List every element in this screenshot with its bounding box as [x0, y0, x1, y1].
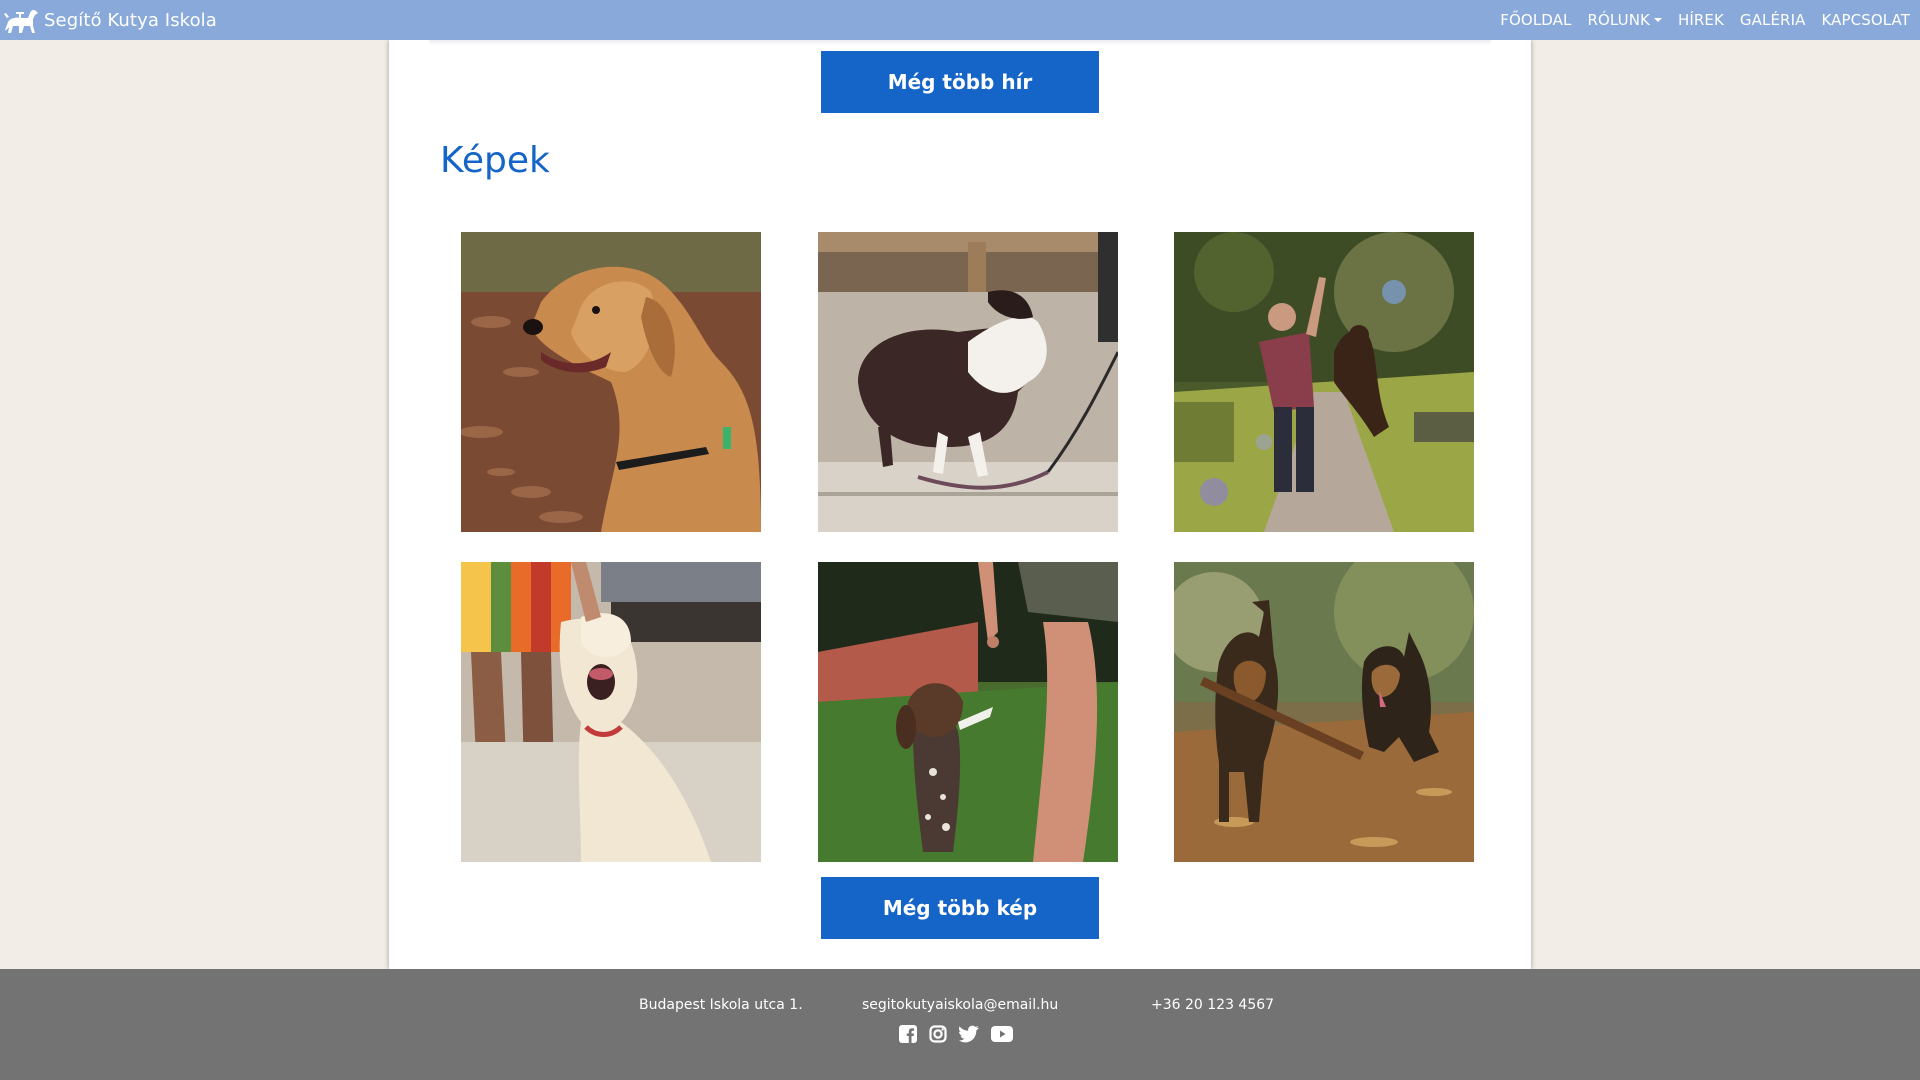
dog-logo-icon: [4, 9, 38, 33]
main-content: Még több hír Képek Még több kép: [389, 40, 1531, 969]
caret-down-icon: [1653, 18, 1662, 22]
nav-news[interactable]: HÍREK: [1670, 11, 1732, 29]
brand-name: Segítő Kutya Iskola: [44, 9, 217, 31]
gallery-image[interactable]: [461, 562, 761, 862]
nav-home[interactable]: FŐOLDAL: [1492, 11, 1579, 29]
gallery-image[interactable]: [818, 562, 1118, 862]
twitter-icon[interactable]: [958, 1025, 979, 1047]
nav-contact[interactable]: KAPCSOLAT: [1813, 11, 1918, 29]
nav-links: FŐOLDAL RÓLUNK HÍREK GALÉRIA KAPCSOLAT: [1492, 11, 1920, 29]
nav-about-dropdown[interactable]: RÓLUNK: [1579, 11, 1669, 29]
brand-link[interactable]: Segítő Kutya Iskola: [0, 4, 217, 36]
navbar: Segítő Kutya Iskola FŐOLDAL RÓLUNK HÍREK…: [0, 0, 1920, 40]
border-collie-photo: [818, 232, 1118, 532]
gallery-image[interactable]: [1174, 562, 1474, 862]
instagram-icon[interactable]: [929, 1025, 947, 1047]
footer-address: Budapest Iskola utca 1.: [639, 997, 803, 1013]
nav-about-label: RÓLUNK: [1587, 11, 1650, 29]
dog-jumping-photo: [1174, 232, 1474, 532]
images-section-title: Képek: [440, 140, 550, 181]
gallery-image[interactable]: [1174, 232, 1474, 532]
pointer-puppy-photo: [818, 562, 1118, 862]
nav-gallery[interactable]: GALÉRIA: [1732, 11, 1814, 29]
news-card-edge: [429, 40, 1491, 42]
facebook-icon[interactable]: [899, 1025, 917, 1047]
gallery-image[interactable]: [461, 232, 761, 532]
gallery-image[interactable]: [818, 232, 1118, 532]
social-links: [899, 1025, 1013, 1047]
footer: Budapest Iskola utca 1. segitokutyaiskol…: [0, 969, 1920, 1080]
youtube-icon[interactable]: [991, 1026, 1013, 1046]
golden-retriever-photo: [461, 232, 761, 532]
footer-phone-link[interactable]: +36 20 123 4567: [1151, 997, 1274, 1013]
more-news-button[interactable]: Még több hír: [821, 51, 1099, 113]
labrador-photo: [461, 562, 761, 862]
footer-email-link[interactable]: segitokutyaiskola@email.hu: [862, 997, 1058, 1013]
more-images-button[interactable]: Még több kép: [821, 877, 1099, 939]
german-shepherds-photo: [1174, 562, 1474, 862]
